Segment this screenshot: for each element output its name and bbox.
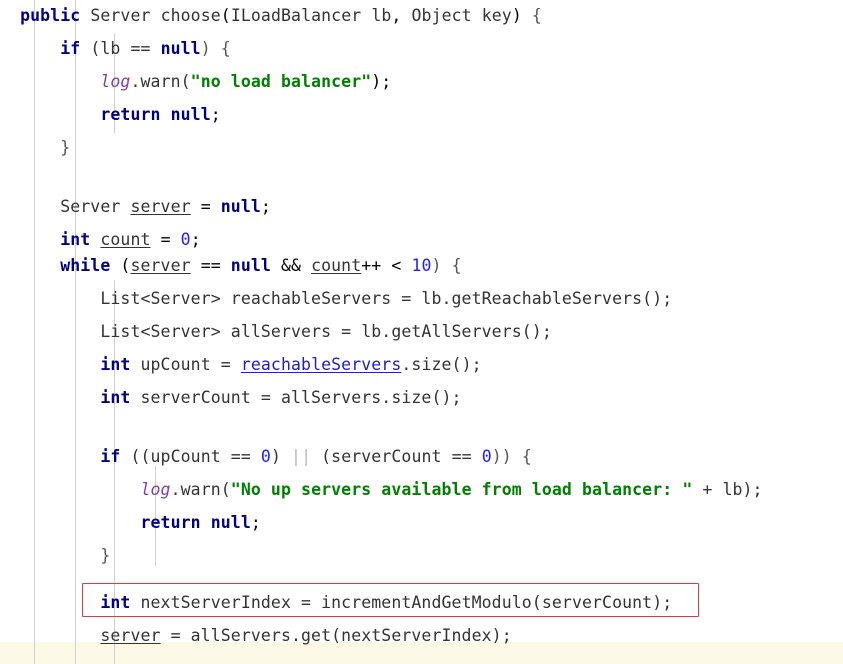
token-statement: List<Server> reachableServers = lb.getRe… [100, 289, 673, 308]
token-keyword-null: null [210, 513, 251, 532]
token-keyword-if: if [60, 39, 81, 58]
token-paren: ( [220, 6, 231, 25]
token-keyword-null: null [230, 256, 271, 275]
code-line-10[interactable]: List<Server> reachableServers = lb.getRe… [0, 282, 843, 315]
token-condition: (lb == [80, 39, 161, 58]
token-number: 0 [180, 230, 191, 249]
token-keyword-return: return [140, 513, 201, 532]
token-string-literal: "no load balancer" [190, 72, 372, 91]
token-keyword-null: null [160, 39, 201, 58]
token-tail: nextServerIndex = incrementAndGetModulo(… [130, 593, 673, 612]
token-statement: List<Server> allServers = lb.getAllServe… [100, 322, 552, 341]
token-type: Server [60, 197, 131, 216]
token-close-brace: } [60, 138, 71, 157]
token-keyword-int: int [100, 355, 131, 374]
token-semicolon: ; [210, 105, 221, 124]
token-comma: , [391, 6, 412, 25]
token-tail: = allServers.get(nextServerIndex); [160, 626, 512, 645]
code-line-0[interactable]: public Server choose(ILoadBalancer lb, O… [0, 0, 843, 32]
code-line-18[interactable]: } [0, 539, 843, 572]
token-static-field-log: log [140, 480, 171, 499]
token-number: 0 [481, 447, 492, 466]
code-line-17[interactable]: return null; [0, 506, 843, 539]
code-line-9[interactable]: while (server == null && count++ < 10) { [0, 249, 843, 282]
token-keyword: public [20, 6, 81, 25]
token-tail: serverCount = allServers.size(); [130, 388, 462, 407]
token-method-name: choose [150, 6, 221, 25]
token-keyword-if: if [100, 447, 121, 466]
token-keyword-null: null [220, 197, 261, 216]
token-param-type-1: ILoadBalancer [230, 6, 362, 25]
token-semicolon: ; [260, 197, 271, 216]
code-line-21[interactable]: server = allServers.get(nextServerIndex)… [0, 619, 843, 652]
token-brace: { [521, 6, 542, 25]
token-link-var-reachableservers[interactable]: reachableServers [241, 355, 402, 374]
token-keyword-int: int [60, 230, 91, 249]
token-assign-expr: upCount = [130, 355, 241, 374]
code-editor-viewport[interactable]: public Server choose(ILoadBalancer lb, O… [0, 0, 843, 664]
code-line-13[interactable]: int serverCount = allServers.size(); [0, 381, 843, 414]
code-line-7[interactable]: Server server = null; [0, 190, 843, 223]
token-cond-c: (serverCount == [311, 447, 482, 466]
token-keyword-return: return [100, 105, 161, 124]
token-local-var-server: server [130, 197, 191, 216]
token-close-brace: } [100, 546, 111, 565]
code-line-11[interactable]: List<Server> allServers = lb.getAllServe… [0, 315, 843, 348]
token-local-var-count: count [311, 256, 362, 275]
code-line-16[interactable]: log.warn("No up servers available from l… [0, 473, 843, 506]
token-keyword-int: int [100, 593, 131, 612]
code-line-20-highlighted[interactable]: int nextServerIndex = incrementAndGetMod… [0, 586, 843, 619]
token-local-var-server: server [100, 626, 161, 645]
code-line-2[interactable]: log.warn("no load balancer"); [0, 65, 843, 98]
token-cond-b: ) [270, 447, 292, 466]
token-operator-lt: < [391, 256, 412, 275]
code-line-1[interactable]: if (lb == null) { [0, 32, 843, 65]
code-line-12[interactable]: int upCount = reachableServers.size(); [0, 348, 843, 381]
token-param-type-2: Object [411, 6, 472, 25]
token-paren-open: ( [110, 256, 131, 275]
token-number: 10 [411, 256, 432, 275]
token-method-call: .warn( [170, 480, 231, 499]
token-keyword-int: int [100, 388, 131, 407]
token-method-call: .warn( [130, 72, 191, 91]
code-line-3[interactable]: return null; [0, 98, 843, 131]
token-brace: ) { [431, 256, 462, 275]
token-semicolon: ; [250, 513, 261, 532]
token-operator-or: || [291, 447, 312, 466]
token-local-var-count: count [100, 230, 151, 249]
token-keyword-null: null [170, 105, 211, 124]
token-local-var-server: server [130, 256, 191, 275]
token-operator-equals: == [190, 256, 231, 275]
token-string-literal: "No up servers available from load balan… [230, 480, 693, 499]
token-tail: .size(); [401, 355, 482, 374]
token-param-name-2: key [471, 6, 512, 25]
token-keyword-while: while [60, 256, 111, 275]
token-paren-close: ) [511, 6, 522, 25]
code-line-15[interactable]: if ((upCount == 0) || (serverCount == 0)… [0, 440, 843, 473]
token-brace: ) { [200, 39, 231, 58]
code-lines-layer: public Server choose(ILoadBalancer lb, O… [0, 0, 843, 664]
token-cond-d: )) { [491, 447, 532, 466]
token-number: 0 [260, 447, 271, 466]
token-semicolon: ; [190, 230, 201, 249]
token-static-field-log: log [100, 72, 131, 91]
code-line-4[interactable]: } [0, 131, 843, 164]
token-param-name-1: lb [361, 6, 392, 25]
token-tail: + lb); [692, 480, 763, 499]
token-type: Server [80, 6, 151, 25]
token-tail: ); [371, 72, 392, 91]
token-operator-and: && [270, 256, 312, 275]
token-assign: = [190, 197, 221, 216]
token-assign: = [150, 230, 181, 249]
token-cond-a: ((upCount == [120, 447, 261, 466]
token-operator-increment: ++ [361, 256, 392, 275]
